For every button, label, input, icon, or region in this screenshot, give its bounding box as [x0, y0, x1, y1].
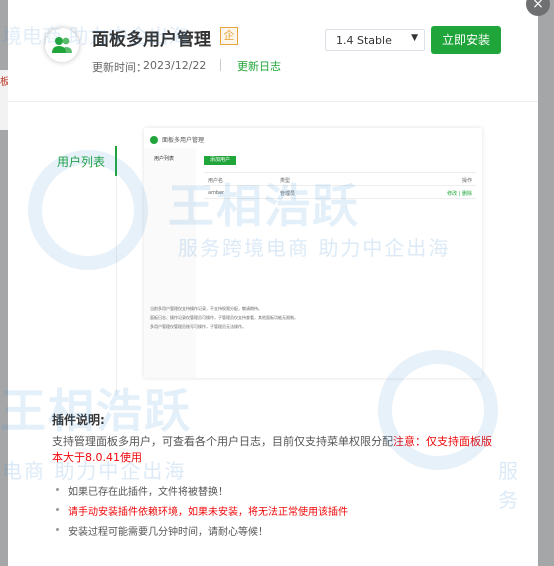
- description-heading: 插件说明:: [52, 413, 105, 427]
- preview-note: 多用户管理仅管理员账号可操作，子管理员无法操作。: [150, 324, 246, 329]
- preview-table: 用户名 类型 操作 amber 管理员 修改 | 删除: [204, 172, 476, 199]
- preview-add-user-button: 添加用户: [204, 156, 236, 165]
- version-select-value: 1.4 Stable: [336, 34, 392, 47]
- preview-note: 当前多用户管理仅支持操作记录，不支持权限分配，敬请期待。: [150, 306, 262, 311]
- watermark-slogan-right: 服务: [498, 459, 520, 512]
- plugin-install-dialog: 面板多用户管理 企 更新时间： 2023/12/22 更新日志 1.4 Stab…: [0, 0, 538, 566]
- plugin-title: 面板多用户管理: [92, 30, 211, 50]
- sidebar-item-user-list[interactable]: 用户列表: [57, 153, 105, 170]
- description-body: 支持管理面板多用户，可查看各个用户日志，目前仅支持菜单权限分配: [52, 435, 393, 448]
- preview-cell-type: 管理员: [280, 191, 296, 197]
- header-divider: [220, 59, 221, 71]
- preview-note: 面板日志、操作记录仅管理员可操作，子管理员仅支持查看，其他面板功能无限制。: [150, 315, 298, 320]
- list-item: 安装过程可能需要几分钟时间，请耐心等候！: [56, 523, 348, 543]
- install-notes-list: 如果已存在此插件，文件将被替换！ 请手动安装插件依赖环境，如果未安装，将无法正常…: [56, 483, 348, 543]
- preview-notes: 当前多用户管理仅支持操作记录，不支持权限分配，敬请期待。 面板日志、操作记录仅管…: [150, 304, 298, 331]
- users-icon: [52, 37, 72, 53]
- enterprise-badge: 企: [220, 27, 238, 45]
- changelog-link[interactable]: 更新日志: [237, 58, 281, 74]
- table-row: amber 管理员 修改 | 删除: [204, 186, 476, 199]
- chevron-down-icon: ▼: [411, 33, 418, 43]
- preview-col-action: 操作: [461, 178, 472, 184]
- preview-cell-username: amber: [208, 190, 225, 196]
- list-item: 请手动安装插件依赖环境，如果未安装，将无法正常使用该插件: [56, 503, 348, 523]
- preview-col-type: 类型: [280, 178, 291, 184]
- list-item: 如果已存在此插件，文件将被替换！: [56, 483, 348, 503]
- preview-sidebar: 用户列表: [144, 148, 196, 378]
- description-text: 支持管理面板多用户，可查看各个用户日志，目前仅支持菜单权限分配注意：仅支持面板版…: [52, 434, 502, 466]
- plugin-preview-screenshot: 面板多用户管理 用户列表 添加用户 用户名 类型 操作 amber 管理员 修改…: [144, 128, 482, 378]
- dialog-header: 面板多用户管理 企 更新时间： 2023/12/22 更新日志 1.4 Stab…: [8, 0, 538, 102]
- preview-main: 添加用户 用户名 类型 操作 amber 管理员 修改 | 删除: [196, 148, 482, 378]
- sidebar-active-indicator: [115, 146, 117, 176]
- preview-title: 面板多用户管理: [162, 137, 205, 144]
- watermark-brand-left: 王相浩跃: [0, 384, 192, 438]
- version-select[interactable]: 1.4 Stable ▼: [325, 29, 425, 51]
- preview-table-header: 用户名 类型 操作: [204, 173, 476, 186]
- preview-logo-icon: [150, 136, 158, 144]
- update-time-label: 更新时间：: [92, 61, 147, 74]
- sidebar-divider: [116, 176, 117, 396]
- preview-col-username: 用户名: [208, 178, 224, 184]
- plugin-logo: [45, 28, 79, 62]
- preview-cell-action: 修改 | 删除: [447, 191, 472, 197]
- preview-sidebar-item: 用户列表: [154, 156, 175, 162]
- install-button[interactable]: 立即安装: [431, 26, 501, 54]
- update-time-value: 2023/12/22: [143, 59, 207, 72]
